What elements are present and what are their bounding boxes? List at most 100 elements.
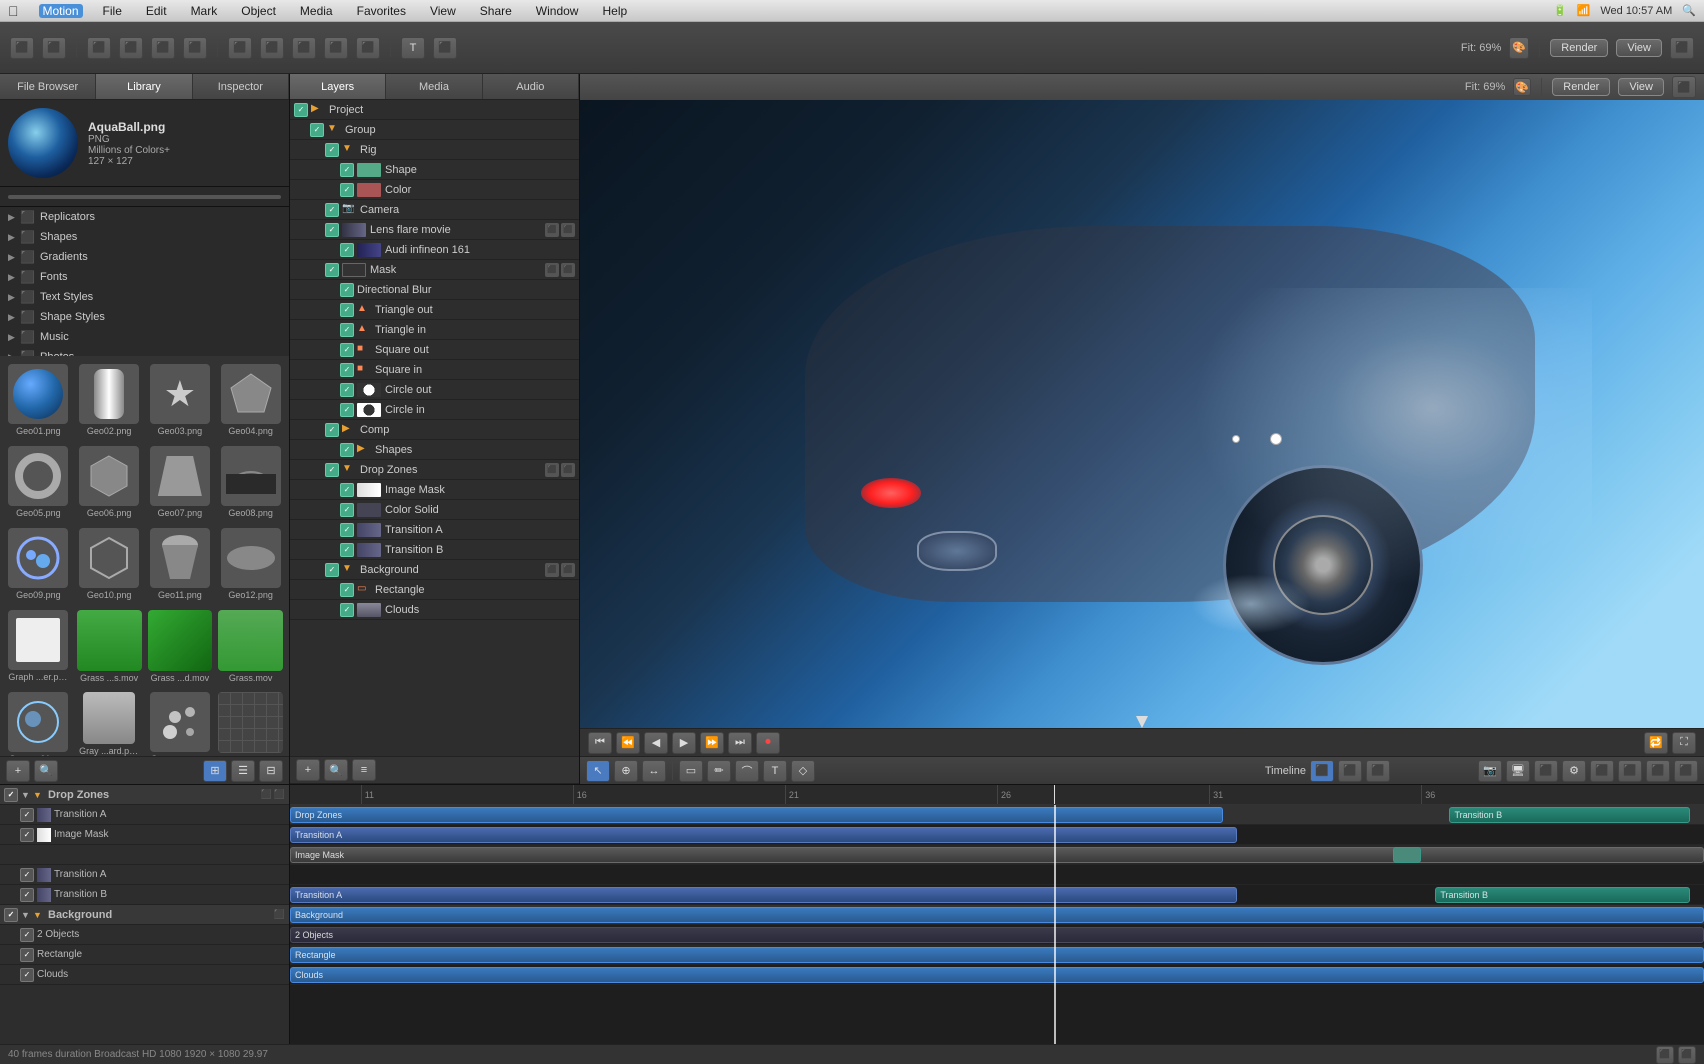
toolbar-btn-2[interactable]: ⬛	[42, 37, 66, 59]
render-button[interactable]: Render	[1550, 39, 1608, 57]
layer-checkbox-image-mask[interactable]	[340, 483, 354, 497]
tree-item-music[interactable]: ▶ ⬛ Music	[0, 327, 289, 347]
filter-btn[interactable]: ⬛	[1590, 760, 1614, 782]
toolbar-btn-1[interactable]: ⬛	[10, 37, 34, 59]
add-item-btn[interactable]: +	[6, 760, 30, 782]
screen-btn[interactable]: 🖥	[1506, 760, 1530, 782]
tl-checkbox-tb[interactable]	[20, 888, 34, 902]
asset-grid[interactable]: Grid.png	[216, 688, 285, 756]
menu-item-view[interactable]: View	[426, 4, 460, 18]
menu-item-help[interactable]: Help	[598, 4, 631, 18]
tl-row-trans-a2[interactable]: Transition A	[0, 865, 289, 885]
playback-loop-btn[interactable]: 🔁	[1644, 732, 1668, 754]
layer-checkbox-color-solid[interactable]	[340, 503, 354, 517]
layer-row-audi[interactable]: Audi infineon 161	[290, 240, 579, 260]
layer-checkbox-group[interactable]	[310, 123, 324, 137]
tl-checkbox-dz[interactable]	[4, 788, 18, 802]
layer-row-background[interactable]: ▼ Background ⬛ ⬛	[290, 560, 579, 580]
search-icon[interactable]: 🔍	[1682, 4, 1696, 17]
right-btn[interactable]: ⬛	[1646, 760, 1670, 782]
asset-geo06[interactable]: Geo06.png	[75, 442, 144, 522]
tree-item-text-styles[interactable]: ▶ ⬛ Text Styles	[0, 287, 289, 307]
layer-options-btn[interactable]: ≡	[352, 759, 376, 781]
transform-tool[interactable]: ↔	[642, 760, 666, 782]
clip-trans-a-2[interactable]: Transition A	[290, 887, 1237, 903]
toolbar-btn-6[interactable]: ⬛	[183, 37, 207, 59]
asset-gray-ard[interactable]: Gray ...ard.png	[75, 688, 144, 756]
list-view-btn[interactable]: ☰	[231, 760, 255, 782]
clip-image-mask[interactable]: Image Mask	[290, 847, 1704, 863]
tl-checkbox-clouds[interactable]	[20, 968, 34, 982]
layer-row-camera[interactable]: 📷 Camera	[290, 200, 579, 220]
layer-row-mask[interactable]: Mask ⬛ ⬛	[290, 260, 579, 280]
clip-2objects[interactable]: 2 Objects	[290, 927, 1704, 943]
playback-begin-btn[interactable]: ⏮	[588, 732, 612, 754]
rect-tool[interactable]: ▭	[679, 760, 703, 782]
bezier-tool[interactable]: ⌒	[735, 760, 759, 782]
tl-row-trans-b[interactable]: Transition B	[0, 885, 289, 905]
record-btn[interactable]: ⏺	[756, 732, 780, 754]
toolbar-btn-12[interactable]: T	[401, 37, 425, 59]
timeline-btn-2[interactable]: ⬛	[1338, 760, 1362, 782]
toolbar-btn-10[interactable]: ⬛	[324, 37, 348, 59]
tree-item-fonts[interactable]: ▶ ⬛ Fonts	[0, 267, 289, 287]
asset-grass-m[interactable]: Grass.mov	[216, 606, 285, 686]
timeline-btn-3[interactable]: ⬛	[1366, 760, 1390, 782]
mask-tool[interactable]: ◇	[791, 760, 815, 782]
tl-checkbox-bg[interactable]	[4, 908, 18, 922]
menu-item-share[interactable]: Share	[476, 4, 516, 18]
view-btn-top[interactable]: View	[1618, 78, 1664, 96]
toolbar-btn-4[interactable]: ⬛	[119, 37, 143, 59]
asset-geo05[interactable]: Geo05.png	[4, 442, 73, 522]
select-tool[interactable]: ↖	[586, 760, 610, 782]
particles-btn[interactable]: ⬛	[1534, 760, 1558, 782]
layer-checkbox-camera[interactable]	[325, 203, 339, 217]
layer-row-dir-blur[interactable]: Directional Blur	[290, 280, 579, 300]
text-tool[interactable]: T	[763, 760, 787, 782]
tl-checkbox-trans-a[interactable]	[20, 808, 34, 822]
clip-image-mask-marker[interactable]	[1393, 847, 1421, 863]
add-layer-btn[interactable]: +	[296, 759, 320, 781]
playback-end-btn[interactable]: ⏭	[728, 732, 752, 754]
view-button[interactable]: View	[1616, 39, 1662, 57]
layer-checkbox-project[interactable]	[294, 103, 308, 117]
layer-row-shape[interactable]: Shape	[290, 160, 579, 180]
layer-row-shapes[interactable]: ▶ Shapes	[290, 440, 579, 460]
layer-row-group[interactable]: ▼ Group	[290, 120, 579, 140]
cam-btn[interactable]: 📷	[1478, 760, 1502, 782]
tab-audio[interactable]: Audio	[483, 74, 579, 99]
layer-row-sq-in[interactable]: ■ Square in	[290, 360, 579, 380]
tl-checkbox-rect[interactable]	[20, 948, 34, 962]
layer-row-tri-in[interactable]: ▲ Triangle in	[290, 320, 579, 340]
layer-checkbox-rig[interactable]	[325, 143, 339, 157]
toolbar-btn-13[interactable]: ⬛	[433, 37, 457, 59]
status-btn-2[interactable]: ⬛	[1678, 1046, 1696, 1064]
toolbar-btn-3[interactable]: ⬛	[87, 37, 111, 59]
color-pick-btn[interactable]: 🎨	[1513, 78, 1531, 96]
tab-library[interactable]: Library	[96, 74, 192, 99]
asset-geo03[interactable]: ★ Geo03.png	[146, 360, 215, 440]
layer-row-circ-in[interactable]: Circle in	[290, 400, 579, 420]
tree-item-gradients[interactable]: ▶ ⬛ Gradients	[0, 247, 289, 267]
layer-checkbox-comp[interactable]	[325, 423, 339, 437]
layer-checkbox-trans-b[interactable]	[340, 543, 354, 557]
clip-trans-a-1[interactable]: Transition A	[290, 827, 1237, 843]
tl-row-trans-a[interactable]: Transition A	[0, 805, 289, 825]
asset-graph[interactable]: Graph ...er.png	[4, 606, 73, 686]
asset-geo01[interactable]: Geo01.png	[4, 360, 73, 440]
layer-checkbox-mask[interactable]	[325, 263, 339, 277]
status-btn-1[interactable]: ⬛	[1656, 1046, 1674, 1064]
tl-checkbox-ta2[interactable]	[20, 868, 34, 882]
layer-row-rig[interactable]: ▼ Rig	[290, 140, 579, 160]
tab-inspector[interactable]: Inspector	[193, 74, 289, 99]
asset-geo04[interactable]: Geo04.png	[216, 360, 285, 440]
tree-item-shape-styles[interactable]: ▶ ⬛ Shape Styles	[0, 307, 289, 327]
layer-checkbox-color[interactable]	[340, 183, 354, 197]
layer-checkbox-background[interactable]	[325, 563, 339, 577]
tab-file-browser[interactable]: File Browser	[0, 74, 96, 99]
playback-full-btn[interactable]: ⛶	[1672, 732, 1696, 754]
asset-geo09[interactable]: Geo09.png	[4, 524, 73, 604]
render-btn-top[interactable]: Render	[1552, 78, 1610, 96]
menu-item-edit[interactable]: Edit	[142, 4, 171, 18]
asset-geo11[interactable]: Geo11.png	[146, 524, 215, 604]
